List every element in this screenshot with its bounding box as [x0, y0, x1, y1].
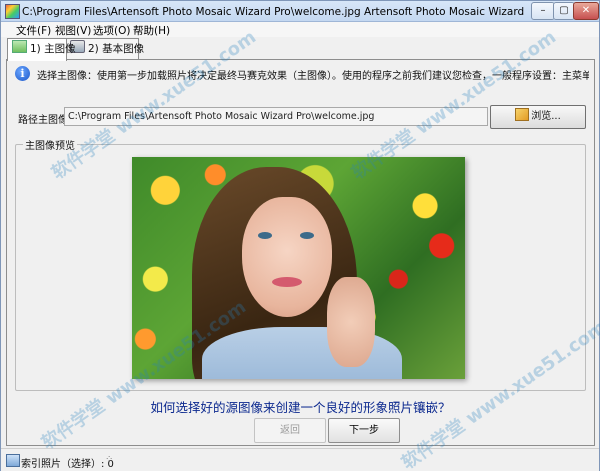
menu-options[interactable]: 选项(O) — [93, 23, 130, 38]
info-text: 选择主图像：使用第一步加载照片将决定最终马赛克效果（主图像）。使用的程序之前我们… — [37, 71, 589, 82]
tab-main-image[interactable]: 1) 主图像 — [7, 38, 76, 61]
info-icon: i — [15, 66, 30, 81]
status-text: 索引照片（选择）: 0 — [21, 459, 114, 470]
photo-face — [242, 197, 332, 317]
title-bar[interactable]: C:\Program Files\Artensoft Photo Mosaic … — [1, 1, 599, 22]
browse-button[interactable]: 浏览... — [490, 105, 586, 129]
main-image-preview — [132, 157, 465, 379]
folder-icon — [515, 108, 530, 121]
menu-view[interactable]: 视图(V) — [55, 23, 91, 38]
tab-label: 2) 基本图像 — [88, 43, 145, 55]
image-icon — [12, 40, 27, 53]
app-icon — [5, 4, 20, 19]
close-button[interactable]: ✕ — [573, 2, 599, 20]
minimize-button[interactable]: – — [531, 2, 555, 20]
path-field[interactable]: C:\Program Files\Artensoft Photo Mosaic … — [64, 107, 488, 126]
tab-label: 1) 主图像 — [30, 43, 76, 55]
help-link[interactable]: 如何选择好的源图像来创建一个良好的形象照片镶嵌？ — [7, 397, 594, 416]
tab-content-panel: i 选择主图像：使用第一步加载照片将决定最终马赛克效果（主图像）。使用的程序之前… — [6, 59, 595, 446]
browse-label: 浏览... — [531, 111, 561, 122]
status-bar: 索引照片（选择）: 0 ⁘ — [1, 448, 599, 471]
photo-hand — [327, 277, 375, 367]
photo-eye-right — [300, 232, 314, 239]
photo-eye-left — [258, 232, 272, 239]
window-title: C:\Program Files\Artensoft Photo Mosaic … — [22, 6, 527, 18]
spinner-icon: ⁘ — [105, 454, 114, 465]
next-button[interactable]: 下一步 — [328, 418, 400, 443]
menu-help[interactable]: 帮助(H) — [133, 23, 170, 38]
photo-lips — [272, 277, 302, 287]
index-photos-icon — [6, 454, 20, 467]
menu-bar: 文件(F) 视图(V) 选项(O) 帮助(H) — [1, 22, 599, 37]
app-window: C:\Program Files\Artensoft Photo Mosaic … — [0, 0, 600, 474]
tab-base-images[interactable]: 2) 基本图像 — [65, 38, 144, 59]
preview-group-label: 主图像预览 — [23, 137, 77, 152]
maximize-button[interactable]: ▢ — [553, 2, 575, 20]
back-button[interactable]: 返回 — [254, 418, 326, 443]
menu-file[interactable]: 文件(F) — [16, 23, 51, 38]
